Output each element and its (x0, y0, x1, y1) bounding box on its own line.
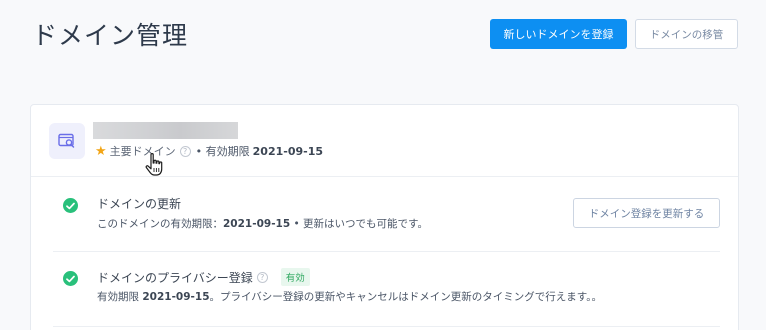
domain-search-icon (49, 123, 85, 159)
renew-description: このドメインの有効期限：2021-09-15 • 更新はいつでも可能です。 (97, 216, 428, 231)
domain-name-redacted (93, 122, 238, 139)
star-icon: ★ (95, 143, 107, 159)
privacy-desc-prefix: 有効期限 (97, 291, 143, 303)
check-circle-icon (63, 271, 78, 286)
check-circle-icon (63, 198, 78, 213)
help-icon[interactable]: ? (256, 271, 268, 283)
privacy-title: ドメインのプライバシー登録 ? 有効 (97, 268, 310, 286)
transfer-domain-button[interactable]: ドメインの移管 (635, 19, 738, 49)
expiry-prefix: • 有効期限 (195, 145, 250, 158)
status-badge: 有効 (280, 268, 310, 286)
domain-card: ★ 主要ドメイン ? • 有効期限 2021-09-15 ドメインの更新 このド… (30, 104, 739, 330)
privacy-desc-suffix: 。プライバシー登録の更新やキャンセルはドメイン更新のタイミングで行えます。。 (209, 291, 603, 303)
renew-desc-suffix: • 更新はいつでも可能です。 (290, 218, 429, 230)
renew-title: ドメインの更新 (97, 197, 182, 211)
domain-header: ★ 主要ドメイン ? • 有効期限 2021-09-15 (31, 105, 738, 177)
domain-meta: ★ 主要ドメイン ? • 有効期限 2021-09-15 (95, 143, 323, 159)
row-divider (53, 326, 720, 327)
expiry-date: 2021-09-15 (252, 144, 324, 158)
renew-domain-button[interactable]: ドメイン登録を更新する (573, 198, 720, 228)
renew-desc-date: 2021-09-15 (223, 218, 291, 230)
renew-desc-prefix: このドメインの有効期限： (97, 218, 223, 230)
register-domain-button[interactable]: 新しいドメインを登録 (490, 19, 627, 49)
renew-row: ドメインの更新 このドメインの有効期限：2021-09-15 • 更新はいつでも… (31, 177, 738, 251)
privacy-desc-date: 2021-09-15 (142, 291, 210, 303)
hand-pointer-cursor (145, 153, 163, 176)
privacy-title-text: ドメインのプライバシー登録 (97, 270, 253, 285)
page-title: ドメイン管理 (32, 21, 189, 50)
privacy-row: ドメインのプライバシー登録 ? 有効 有効期限 2021-09-15。プライバシ… (31, 252, 738, 326)
help-icon[interactable]: ? (179, 145, 191, 157)
privacy-description: 有効期限 2021-09-15。プライバシー登録の更新やキャンセルはドメイン更新… (97, 289, 602, 304)
